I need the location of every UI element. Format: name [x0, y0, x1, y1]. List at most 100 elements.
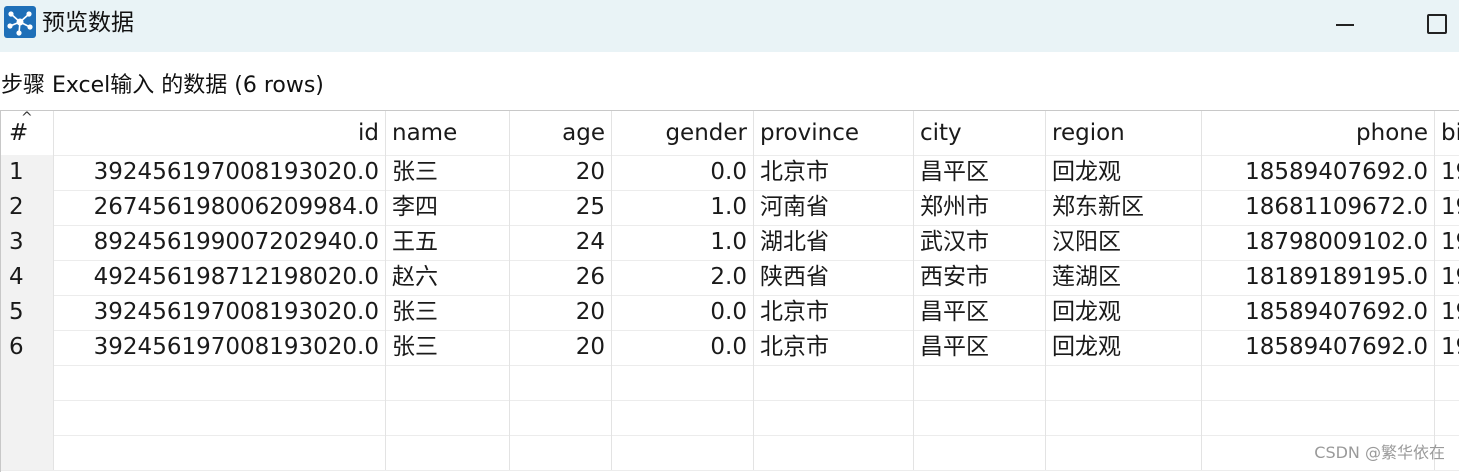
row-number[interactable]	[1, 400, 54, 435]
cell-name[interactable]	[386, 400, 510, 435]
cell-city[interactable]: 西安市	[914, 260, 1046, 295]
cell-city[interactable]	[914, 435, 1046, 470]
cell-bi[interactable]	[1435, 400, 1459, 435]
cell-id[interactable]	[54, 400, 386, 435]
column-header-region[interactable]: region	[1046, 111, 1202, 155]
cell-age[interactable]: 20	[510, 330, 612, 365]
cell-region[interactable]	[1046, 435, 1202, 470]
column-header-city[interactable]: city	[914, 111, 1046, 155]
cell-id[interactable]	[54, 365, 386, 400]
cell-id[interactable]: 392456197008193020.0	[54, 155, 386, 190]
cell-id[interactable]: 392456197008193020.0	[54, 295, 386, 330]
cell-phone[interactable]: 18589407692.0	[1202, 330, 1435, 365]
column-header-phone[interactable]: phone	[1202, 111, 1435, 155]
table-row[interactable]: 4 492456198712198020.0 赵六 26 2.0 陕西省 西安市 莲湖区 181…	[1, 260, 1459, 296]
row-number[interactable]: 6	[1, 330, 54, 365]
cell-phone[interactable]	[1202, 365, 1435, 400]
row-number[interactable]: 3	[1, 225, 54, 260]
column-header-id[interactable]: id	[54, 111, 386, 155]
cell-age[interactable]	[510, 435, 612, 470]
cell-name[interactable]	[386, 435, 510, 470]
cell-name[interactable]: 李四	[386, 190, 510, 225]
cell-age[interactable]: 20	[510, 155, 612, 190]
cell-id[interactable]: 492456198712198020.0	[54, 260, 386, 295]
cell-gender[interactable]: 2.0	[612, 260, 754, 295]
cell-gender[interactable]	[612, 435, 754, 470]
table-row[interactable]: 6 392456197008193020.0 张三 20 0.0 北京市 昌平区 回龙观 185…	[1, 330, 1459, 366]
cell-province[interactable]	[754, 400, 914, 435]
cell-city[interactable]: 郑州市	[914, 190, 1046, 225]
cell-name[interactable]: 王五	[386, 225, 510, 260]
cell-city[interactable]	[914, 400, 1046, 435]
cell-gender[interactable]: 0.0	[612, 330, 754, 365]
minimize-button[interactable]	[1323, 8, 1363, 40]
cell-gender[interactable]: 1.0	[612, 190, 754, 225]
cell-gender[interactable]: 1.0	[612, 225, 754, 260]
preview-data-table[interactable]: # ^ id name age gender province city reg…	[0, 110, 1459, 472]
cell-age[interactable]: 24	[510, 225, 612, 260]
cell-region[interactable]: 汉阳区	[1046, 225, 1202, 260]
cell-bi[interactable]: 19	[1435, 190, 1459, 225]
cell-province[interactable]: 湖北省	[754, 225, 914, 260]
empty-table-row[interactable]	[1, 365, 1459, 401]
cell-province[interactable]	[754, 435, 914, 470]
cell-gender[interactable]: 0.0	[612, 295, 754, 330]
cell-bi[interactable]: 19	[1435, 225, 1459, 260]
column-header-province[interactable]: province	[754, 111, 914, 155]
cell-age[interactable]: 20	[510, 295, 612, 330]
cell-gender[interactable]	[612, 365, 754, 400]
cell-bi[interactable]	[1435, 365, 1459, 400]
cell-province[interactable]: 河南省	[754, 190, 914, 225]
cell-phone[interactable]: 18589407692.0	[1202, 295, 1435, 330]
table-row[interactable]: 5 392456197008193020.0 张三 20 0.0 北京市 昌平区 回龙观 185…	[1, 295, 1459, 331]
cell-bi[interactable]: 19	[1435, 260, 1459, 295]
table-row[interactable]: 3 892456199007202940.0 王五 24 1.0 湖北省 武汉市 汉阳区 187…	[1, 225, 1459, 261]
row-number[interactable]: 1	[1, 155, 54, 190]
cell-id[interactable]: 892456199007202940.0	[54, 225, 386, 260]
column-header-bi[interactable]: bi	[1435, 111, 1459, 155]
cell-city[interactable]: 昌平区	[914, 155, 1046, 190]
cell-region[interactable]	[1046, 365, 1202, 400]
row-number[interactable]: 2	[1, 190, 54, 225]
cell-phone[interactable]	[1202, 400, 1435, 435]
row-number[interactable]	[1, 435, 54, 470]
cell-age[interactable]	[510, 365, 612, 400]
cell-age[interactable]: 25	[510, 190, 612, 225]
cell-name[interactable]: 张三	[386, 330, 510, 365]
cell-city[interactable]: 昌平区	[914, 330, 1046, 365]
maximize-button[interactable]	[1419, 8, 1459, 40]
cell-name[interactable]: 张三	[386, 295, 510, 330]
cell-city[interactable]: 昌平区	[914, 295, 1046, 330]
cell-phone[interactable]: 18589407692.0	[1202, 155, 1435, 190]
cell-phone[interactable]: 18798009102.0	[1202, 225, 1435, 260]
cell-phone[interactable]: 18189189195.0	[1202, 260, 1435, 295]
column-header-name[interactable]: name	[386, 111, 510, 155]
cell-region[interactable]: 回龙观	[1046, 330, 1202, 365]
table-row[interactable]: 2 267456198006209984.0 李四 25 1.0 河南省 郑州市 郑东新区 18…	[1, 190, 1459, 226]
cell-region[interactable]: 回龙观	[1046, 155, 1202, 190]
cell-age[interactable]	[510, 400, 612, 435]
column-header-rownum[interactable]: # ^	[1, 111, 54, 155]
cell-phone[interactable]: 18681109672.0	[1202, 190, 1435, 225]
cell-city[interactable]	[914, 365, 1046, 400]
cell-region[interactable]: 莲湖区	[1046, 260, 1202, 295]
cell-province[interactable]: 北京市	[754, 295, 914, 330]
cell-province[interactable]: 北京市	[754, 330, 914, 365]
cell-bi[interactable]: 19	[1435, 295, 1459, 330]
cell-name[interactable]: 张三	[386, 155, 510, 190]
cell-name[interactable]: 赵六	[386, 260, 510, 295]
row-number[interactable]: 4	[1, 260, 54, 295]
column-header-age[interactable]: age	[510, 111, 612, 155]
row-number[interactable]	[1, 365, 54, 400]
cell-bi[interactable]: 19	[1435, 155, 1459, 190]
cell-id[interactable]: 392456197008193020.0	[54, 330, 386, 365]
row-number[interactable]: 5	[1, 295, 54, 330]
cell-province[interactable]: 陕西省	[754, 260, 914, 295]
cell-gender[interactable]	[612, 400, 754, 435]
cell-id[interactable]	[54, 435, 386, 470]
cell-region[interactable]: 郑东新区	[1046, 190, 1202, 225]
cell-name[interactable]	[386, 365, 510, 400]
empty-table-row[interactable]	[1, 435, 1459, 471]
cell-province[interactable]: 北京市	[754, 155, 914, 190]
table-row[interactable]: 1 392456197008193020.0 张三 20 0.0 北京市 昌平区 回龙观 185…	[1, 155, 1459, 191]
